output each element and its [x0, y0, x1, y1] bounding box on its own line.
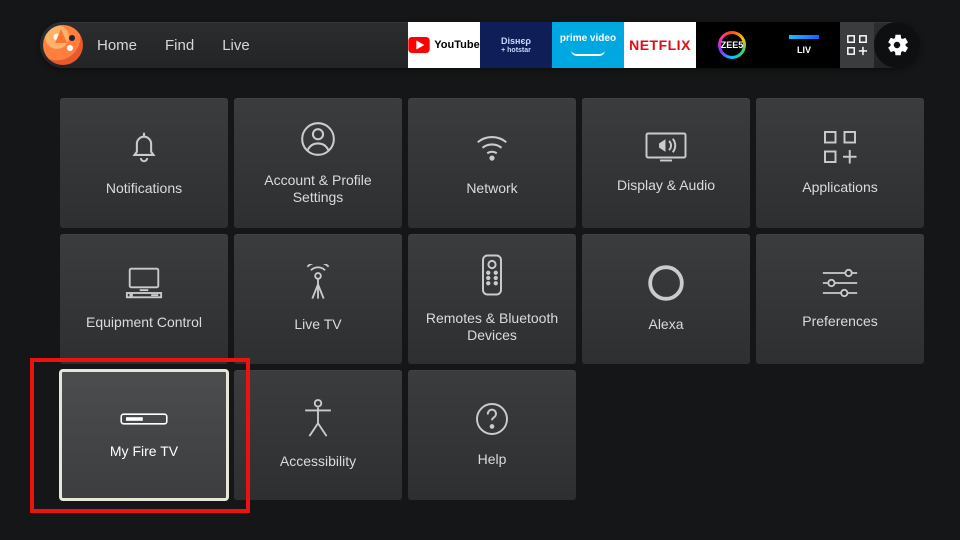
tile-equipment[interactable]: Equipment Control	[60, 234, 228, 364]
antenna-icon	[301, 264, 335, 302]
tile-label: My Fire TV	[100, 443, 188, 461]
tile-label: Network	[456, 180, 527, 198]
tile-label: Applications	[792, 179, 888, 197]
youtube-label: YouTube	[434, 39, 479, 51]
equipment-icon	[124, 266, 164, 300]
sliders-icon	[820, 267, 860, 299]
tile-help[interactable]: Help	[408, 370, 576, 500]
apps-grid-button[interactable]	[840, 22, 874, 68]
bell-icon	[125, 128, 163, 166]
sonyliv-label: LIV	[797, 45, 811, 55]
nav-live[interactable]: Live	[222, 37, 250, 54]
tile-label: Notifications	[96, 180, 192, 198]
remote-icon	[481, 254, 503, 296]
accessibility-icon	[301, 399, 335, 439]
help-icon	[474, 401, 510, 437]
tile-label: Display & Audio	[607, 177, 725, 195]
alexa-icon	[647, 264, 685, 302]
top-navigation-bar: Home Find Live YouTube Disнєρ+ hotstar p…	[40, 22, 920, 68]
tile-accessibility[interactable]: Accessibility	[234, 370, 402, 500]
tile-label: Preferences	[792, 313, 887, 331]
user-icon	[299, 120, 337, 158]
app-tile-zee5[interactable]: ZEE5	[696, 22, 768, 68]
tile-account[interactable]: Account & Profile Settings	[234, 98, 402, 228]
tile-notifications[interactable]: Notifications	[60, 98, 228, 228]
tile-label: Account & Profile Settings	[234, 172, 402, 207]
tile-applications[interactable]: Applications	[756, 98, 924, 228]
nav-find[interactable]: Find	[165, 37, 194, 54]
settings-button[interactable]	[874, 22, 920, 68]
firetv-device-icon	[120, 409, 168, 429]
netflix-label: NETFLIX	[629, 37, 691, 53]
app-tile-youtube[interactable]: YouTube	[408, 22, 480, 68]
tv-audio-icon	[645, 131, 687, 163]
tile-label: Live TV	[284, 316, 351, 334]
tile-display-audio[interactable]: Display & Audio	[582, 98, 750, 228]
app-tile-sonyliv[interactable]: LIV	[768, 22, 840, 68]
app-tile-netflix[interactable]: NETFLIX	[624, 22, 696, 68]
tile-label: Equipment Control	[76, 314, 212, 332]
wifi-icon	[471, 128, 513, 166]
primevideo-label: prime video	[560, 34, 616, 44]
tile-remotes[interactable]: Remotes & Bluetooth Devices	[408, 234, 576, 364]
app-tile-disneyplus[interactable]: Disнєρ+ hotstar	[480, 22, 552, 68]
nav-home[interactable]: Home	[97, 37, 137, 54]
tile-label: Alexa	[638, 316, 693, 334]
app-shortcut-row: YouTube Disнєρ+ hotstar prime video NETF…	[408, 22, 920, 68]
zee5-label: ZEE5	[721, 34, 743, 56]
tile-alexa[interactable]: Alexa	[582, 234, 750, 364]
tile-label: Remotes & Bluetooth Devices	[408, 310, 576, 345]
tile-my-fire-tv[interactable]: My Fire TV	[60, 370, 228, 500]
profile-avatar[interactable]	[43, 25, 83, 65]
tile-label: Help	[468, 451, 517, 469]
tile-network[interactable]: Network	[408, 98, 576, 228]
apps-icon	[822, 129, 858, 165]
tile-live-tv[interactable]: Live TV	[234, 234, 402, 364]
settings-grid: Notifications Account & Profile Settings…	[60, 98, 924, 500]
tile-label: Accessibility	[270, 453, 366, 471]
app-tile-primevideo[interactable]: prime video	[552, 22, 624, 68]
tile-preferences[interactable]: Preferences	[756, 234, 924, 364]
primary-nav: Home Find Live	[97, 37, 250, 54]
